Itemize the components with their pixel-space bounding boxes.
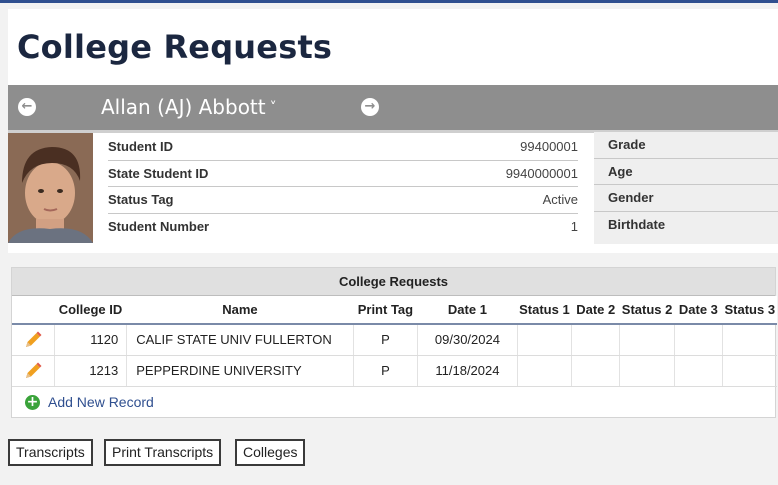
college-name-cell: PEPPERDINE UNIVERSITY — [126, 355, 354, 387]
info-label: Age — [608, 163, 633, 179]
college-id-cell: 1120 — [53, 324, 127, 356]
column-header-date-2[interactable]: Date 2 — [571, 296, 620, 325]
column-header-college-id[interactable]: College ID — [54, 296, 127, 325]
info-row-student-number: Student Number 1 — [108, 214, 578, 241]
info-row-grade: Grade — [594, 132, 778, 159]
pencil-icon[interactable] — [23, 330, 43, 350]
status-1-cell — [516, 355, 572, 387]
college-requests-grid: College Requests College ID Name Print T… — [11, 267, 777, 418]
college-id-cell: 1213 — [53, 355, 127, 387]
column-header-status-2[interactable]: Status 2 — [619, 296, 675, 325]
grid-caption: College Requests — [12, 268, 775, 296]
status-3-cell — [722, 355, 777, 387]
print-tag-cell: P — [352, 324, 418, 356]
page-title: College Requests — [17, 28, 333, 66]
info-label: Status Tag — [108, 192, 174, 208]
student-photo — [8, 133, 93, 243]
info-row-gender: Gender — [594, 185, 778, 212]
column-header-status-3[interactable]: Status 3 — [722, 296, 777, 325]
column-header-name[interactable]: Name — [126, 296, 354, 325]
info-row-birthdate: Birthdate — [594, 212, 778, 239]
print-tag-cell: P — [352, 355, 418, 387]
info-value: Active — [542, 192, 578, 208]
info-row-student-id: Student ID 99400001 — [108, 134, 578, 161]
previous-student-icon[interactable]: ← — [18, 98, 36, 116]
next-student-icon[interactable]: → — [361, 98, 379, 116]
info-row-state-student-id: State Student ID 9940000001 — [108, 161, 578, 187]
edit-cell[interactable] — [12, 324, 55, 356]
status-2-cell — [619, 355, 675, 387]
date-1-cell: 09/30/2024 — [417, 324, 518, 356]
add-new-record[interactable]: + Add New Record — [12, 387, 775, 418]
column-header-date-1[interactable]: Date 1 — [417, 296, 518, 325]
pencil-icon[interactable] — [23, 361, 43, 381]
add-circle-icon[interactable]: + — [25, 394, 40, 410]
info-row-age: Age — [594, 159, 778, 185]
info-value: 9940000001 — [505, 165, 578, 181]
info-label: Student Number — [108, 219, 210, 235]
chevron-down-icon: ˅ — [269, 100, 277, 116]
table-header-row: College ID Name Print Tag Date 1 Status … — [12, 296, 777, 325]
college-name-cell: CALIF STATE UNIV FULLERTON — [126, 324, 354, 356]
info-label: Student ID — [108, 139, 173, 155]
info-row-status-tag: Status Tag Active — [108, 187, 578, 214]
info-label: Gender — [608, 190, 654, 206]
student-info-right: Grade Age Gender Birthdate — [594, 132, 778, 244]
student-info-table: Student ID 99400001 State Student ID 994… — [108, 134, 578, 240]
status-1-cell — [516, 324, 572, 356]
column-header-edit — [12, 296, 55, 325]
date-2-cell — [571, 355, 620, 387]
date-1-cell: 11/18/2024 — [417, 355, 518, 387]
status-3-cell — [722, 324, 777, 356]
transcripts-button[interactable]: Transcripts — [8, 439, 93, 466]
add-new-record-link[interactable]: Add New Record — [48, 394, 154, 410]
student-selector-bar: ← Allan (AJ) Abbott ˅ → — [8, 85, 778, 130]
column-header-print-tag[interactable]: Print Tag — [353, 296, 418, 325]
table-row[interactable]: 1213 PEPPERDINE UNIVERSITY P 11/18/2024 — [12, 355, 777, 387]
column-header-status-1[interactable]: Status 1 — [517, 296, 572, 325]
colleges-button[interactable]: Colleges — [235, 439, 306, 466]
info-label: Birthdate — [608, 217, 666, 233]
info-value: 1 — [570, 219, 578, 235]
column-header-date-3[interactable]: Date 3 — [674, 296, 723, 325]
info-value: 99400001 — [520, 139, 578, 155]
student-name-dropdown[interactable]: Allan (AJ) Abbott ˅ — [101, 95, 277, 119]
info-label: State Student ID — [108, 165, 209, 181]
print-transcripts-button[interactable]: Print Transcripts — [104, 439, 222, 466]
table-row[interactable]: 1120 CALIF STATE UNIV FULLERTON P 09/30/… — [12, 324, 777, 356]
date-3-cell — [673, 355, 723, 387]
edit-cell[interactable] — [12, 355, 55, 387]
status-2-cell — [619, 324, 675, 356]
top-accent-line — [0, 0, 778, 3]
college-requests-table: College ID Name Print Tag Date 1 Status … — [12, 296, 777, 387]
info-label: Grade — [608, 137, 646, 153]
date-3-cell — [673, 324, 723, 356]
student-name: Allan (AJ) Abbott — [101, 95, 266, 119]
date-2-cell — [571, 324, 620, 356]
